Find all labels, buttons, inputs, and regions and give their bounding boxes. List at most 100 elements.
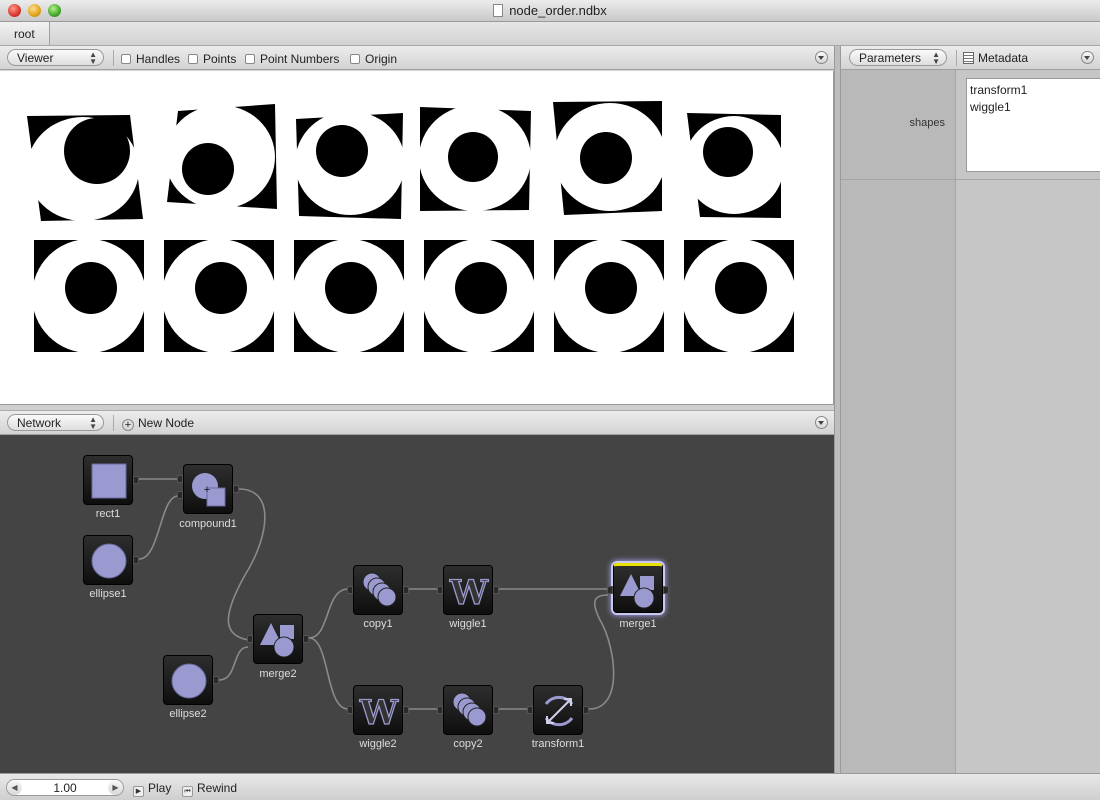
metadata-label: Metadata	[978, 51, 1029, 65]
node-label: rect1	[95, 508, 121, 520]
point-numbers-checkbox[interactable]: Point Numbers	[245, 52, 339, 66]
node-label: wiggle2	[359, 738, 397, 750]
input-port[interactable]	[247, 635, 253, 643]
output-port[interactable]	[233, 485, 239, 493]
copy-icon	[362, 572, 397, 607]
output-port[interactable]	[403, 706, 409, 714]
network-canvas[interactable]: rect1 + compound1 ellipse1 ellipse2 merg…	[0, 435, 834, 773]
network-options-menu-icon[interactable]	[815, 416, 828, 429]
shape-group	[684, 113, 784, 218]
shape-group	[422, 239, 536, 353]
connection-wire	[588, 594, 615, 710]
metadata-button[interactable]: Metadata	[963, 51, 1028, 65]
title-bar: node_order.ndbx	[0, 0, 1100, 22]
input-port[interactable]	[437, 706, 443, 714]
shape-group	[165, 104, 277, 209]
wiggle-icon: W	[448, 572, 489, 612]
new-node-button[interactable]: + New Node	[122, 416, 194, 431]
network-mode-label: Network	[17, 416, 62, 430]
parameters-options-menu-icon[interactable]	[1081, 51, 1094, 64]
node-rect1[interactable]	[83, 455, 139, 505]
output-port[interactable]	[493, 586, 499, 594]
input-port[interactable]	[177, 491, 183, 499]
output-port[interactable]	[133, 476, 139, 484]
checkbox-label: Handles	[136, 52, 181, 66]
output-port[interactable]	[663, 586, 669, 594]
viewer-mode-select[interactable]: Viewer ▲ ▼	[7, 49, 104, 66]
new-node-label: New Node	[138, 416, 195, 430]
parameters-tab-select[interactable]: Parameters ▲ ▼	[849, 49, 947, 66]
node-copy2[interactable]	[437, 685, 499, 735]
play-button[interactable]: ▶ Play	[133, 781, 171, 797]
node-merge1[interactable]	[607, 563, 669, 613]
breadcrumb-root[interactable]: root	[0, 22, 50, 45]
shapes-label: shapes	[909, 117, 945, 129]
updown-icon: ▲ ▼	[932, 50, 940, 66]
shape-group	[419, 105, 531, 211]
shape-group	[552, 239, 666, 353]
output-port[interactable]	[133, 556, 139, 564]
origin-checkbox[interactable]: Origin	[350, 52, 397, 66]
checkbox-box[interactable]	[121, 54, 131, 64]
address-bar: root	[0, 22, 1100, 46]
checkbox-box[interactable]	[245, 54, 255, 64]
rewind-icon: ⏮	[182, 786, 193, 797]
input-port[interactable]	[347, 586, 353, 594]
node-label: ellipse2	[169, 708, 207, 720]
input-port[interactable]	[527, 706, 533, 714]
document-icon	[493, 4, 504, 17]
node-wiggle1[interactable]: W	[437, 565, 499, 615]
viewer-options-menu-icon[interactable]	[815, 51, 828, 64]
network-mode-select[interactable]: Network ▲ ▼	[7, 414, 104, 431]
frame-value[interactable]: 1.00	[7, 781, 123, 795]
shape-group	[295, 111, 405, 219]
compound-icon: +	[192, 473, 226, 507]
node-wiggle2[interactable]: W	[347, 685, 409, 735]
rewind-button[interactable]: ⏮ Rewind	[182, 781, 237, 797]
output-port[interactable]	[493, 706, 499, 714]
viewer-header: Viewer ▲ ▼ Handles Points Point Numbers O…	[0, 46, 834, 70]
output-port[interactable]	[583, 706, 589, 714]
input-port[interactable]	[607, 586, 613, 594]
node-ellipse1[interactable]	[83, 535, 139, 585]
frame-field[interactable]: ◀ 1.00 ▶	[6, 779, 124, 796]
play-label: Play	[148, 781, 172, 795]
output-port[interactable]	[403, 586, 409, 594]
node-label: merge1	[619, 618, 657, 630]
checkbox-label: Points	[203, 52, 237, 66]
node-merge2[interactable]	[247, 614, 309, 664]
checkbox-label: Point Numbers	[260, 52, 340, 66]
node-ellipse2[interactable]	[163, 655, 219, 705]
shapes-parameter-row: shapes transform1 wiggle1	[841, 70, 1100, 180]
play-icon: ▶	[133, 786, 144, 797]
window-title-text: node_order.ndbx	[509, 3, 607, 18]
list-item[interactable]: transform1	[970, 82, 1100, 99]
node-label: merge2	[259, 668, 297, 680]
updown-icon: ▲ ▼	[89, 415, 97, 431]
output-port[interactable]	[303, 635, 309, 643]
parameters-panel: Parameters ▲ ▼ Metadata shapes transform1…	[840, 46, 1100, 773]
increment-icon[interactable]: ▶	[108, 780, 123, 795]
list-item[interactable]: wiggle1	[970, 99, 1100, 116]
viewer-canvas[interactable]	[0, 71, 834, 405]
input-port[interactable]	[437, 586, 443, 594]
node-copy1[interactable]	[347, 565, 409, 615]
merge-icon	[260, 623, 295, 658]
input-port[interactable]	[347, 706, 353, 714]
shape-group	[553, 101, 666, 215]
shapes-list[interactable]: transform1 wiggle1	[966, 78, 1100, 172]
handles-checkbox[interactable]: Handles	[121, 52, 180, 66]
points-checkbox[interactable]: Points	[188, 52, 236, 66]
checkbox-label: Origin	[365, 52, 398, 66]
node-label: compound1	[179, 518, 237, 530]
node-transform1[interactable]	[527, 685, 589, 735]
divider	[956, 50, 957, 66]
node-compound1[interactable]: +	[177, 464, 239, 514]
input-port[interactable]	[177, 475, 183, 483]
merge-icon	[620, 574, 655, 609]
node-label: ellipse1	[89, 588, 127, 600]
checkbox-box[interactable]	[188, 54, 198, 64]
network-header: Network ▲ ▼ + New Node	[0, 411, 834, 435]
output-port[interactable]	[213, 676, 219, 684]
checkbox-box[interactable]	[350, 54, 360, 64]
